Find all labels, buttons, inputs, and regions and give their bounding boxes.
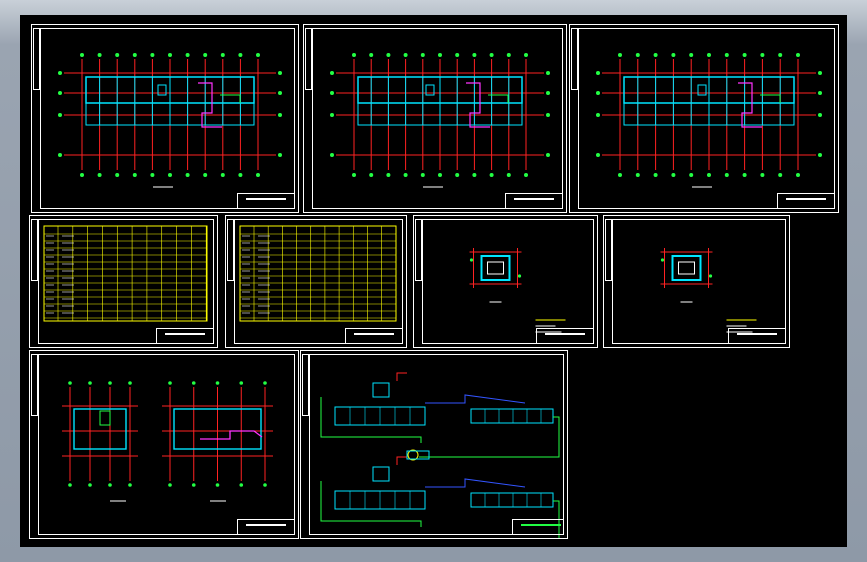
floor-plan-drawing xyxy=(58,53,282,188)
model-space-canvas[interactable] xyxy=(0,0,867,562)
sheet-equipment-table-1[interactable] xyxy=(29,215,218,348)
sheet-equipment-table-2[interactable] xyxy=(225,215,407,348)
title-block xyxy=(505,193,563,209)
title-block xyxy=(777,193,835,209)
partial-plan-drawing xyxy=(62,381,273,502)
sheet-floor-plan-2[interactable] xyxy=(303,24,567,213)
sheet-partial-plans[interactable] xyxy=(29,350,299,539)
floor-plan-drawing xyxy=(330,53,550,188)
title-block xyxy=(345,328,403,344)
sheet-detail-1[interactable] xyxy=(413,215,598,348)
floor-plan-drawing xyxy=(596,53,822,188)
title-block xyxy=(536,328,594,344)
sheet-floor-plan-1[interactable] xyxy=(31,24,299,213)
title-block xyxy=(512,519,564,535)
sheet-system-schematic[interactable] xyxy=(300,350,568,539)
title-block xyxy=(728,328,786,344)
title-block xyxy=(237,193,295,209)
drawing-viewport[interactable] xyxy=(20,15,847,547)
sheet-floor-plan-3[interactable] xyxy=(569,24,839,213)
title-block xyxy=(237,519,295,535)
system-schematic-drawing xyxy=(320,372,560,538)
title-block xyxy=(156,328,214,344)
sheet-detail-2[interactable] xyxy=(603,215,790,348)
